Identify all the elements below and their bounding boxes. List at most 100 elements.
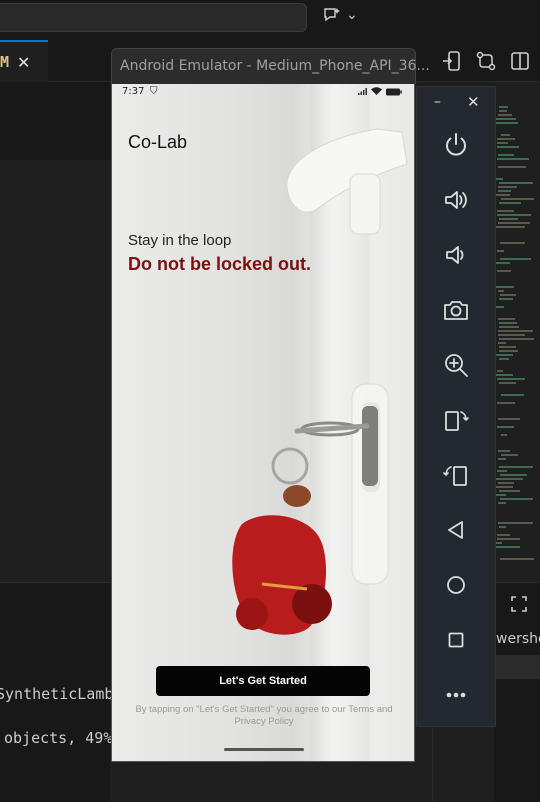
minimap-line [497,402,515,404]
minimap-line [496,226,525,228]
minimap-line [499,466,533,468]
back-icon [448,521,463,539]
terminal-line: SyntheticLamb [0,685,114,703]
editor-minimap[interactable] [494,100,540,580]
app-title: Co-Lab [128,132,188,152]
minimap-line [496,306,504,308]
minimap-line [498,330,533,332]
subtitle-text: Stay in the loop [128,232,232,249]
shield-icon: ⛉ [150,86,158,97]
rotate-left-button[interactable] [441,405,471,435]
volume-up-icon [445,191,467,209]
terminal-list-item[interactable]: wershel [496,631,540,647]
zoom-button[interactable] [441,350,471,380]
minimap-line [497,146,519,148]
get-started-button[interactable]: Let's Get Started [156,666,370,696]
minimap-line [497,378,525,380]
minimap-line [501,394,524,396]
minimap-line [496,542,502,544]
device-switch-icon[interactable] [441,50,463,72]
minimap-line [501,198,534,200]
signal-icon [358,88,367,95]
volume-down-button[interactable] [441,240,471,270]
minimize-icon[interactable]: – [434,94,441,110]
minimap-line [498,186,517,188]
minimap-line [498,290,504,292]
split-editor-icon[interactable] [509,50,531,72]
editor-area [0,160,110,582]
terminal-line: objects, 49% [4,729,113,747]
minimap-line [496,478,523,480]
minimap-line [499,110,507,112]
rotate-right-icon [443,466,467,486]
minimap-line [498,334,525,336]
home-button[interactable] [441,570,471,600]
minimap-line [499,358,509,360]
zoom-icon [445,354,468,377]
terminal-panel[interactable]: SyntheticLamb objects, 49% [0,582,114,802]
minimap-line [499,350,518,352]
minimap-line [499,526,506,528]
minimap-line [499,322,517,324]
overview-button[interactable] [441,625,471,655]
minimap-line [498,502,506,504]
minimap-line [497,214,531,216]
minimap-line [497,538,520,540]
compare-changes-icon[interactable] [475,50,497,72]
command-center-search[interactable] [0,3,307,32]
volume-down-icon [446,246,464,264]
minimap-line [498,482,514,484]
minimap-line [496,494,506,496]
back-button[interactable] [441,515,471,545]
gesture-bar[interactable] [224,748,304,751]
minimap-line [496,354,513,356]
rotate-right-button[interactable] [441,460,471,490]
close-icon[interactable]: ✕ [467,93,480,111]
tab-active-file[interactable]: M ✕ [0,40,48,82]
minimap-line [498,154,514,156]
minimap-line [499,326,519,328]
minimap-line [496,122,518,124]
wifi-icon [371,87,382,95]
minimap-line [497,158,529,160]
minimap-line [498,222,530,224]
headline-text: Do not be locked out. [128,254,311,274]
minimap-line [500,498,533,500]
minimap-line [496,546,520,548]
minimap-line [498,418,520,420]
minimap-line [496,178,503,180]
minimap-line [497,370,503,372]
battery-icon [386,88,402,95]
minimap-line [497,470,507,472]
minimap-line [498,114,512,116]
emulator-title-bar[interactable]: Android Emulator - Medium_Phone_API_36..… [111,48,430,84]
minimap-line [499,490,520,492]
minimap-line [500,558,534,560]
screenshot-button[interactable] [441,295,471,325]
minimap-line [498,190,511,192]
maximize-panel-icon[interactable] [510,595,528,613]
minimap-line [501,434,507,436]
door-handle-keychain-image [232,128,408,635]
terminal-list-item-selected[interactable] [494,655,540,679]
terms-text[interactable]: By tapping on "Let's Get Started" you ag… [132,704,396,728]
minimap-line [498,522,533,524]
minimap-line [498,450,510,452]
phone-screen[interactable]: 7:37 ⛉ Co-Lab Stay in the loop Do not be… [111,84,415,762]
minimap-line [499,182,533,184]
minimap-line [497,142,508,144]
minimap-line [499,346,516,348]
minimap-line [498,318,515,320]
volume-up-button[interactable] [441,185,471,215]
minimap-line [498,342,506,344]
status-bar: 7:37 ⛉ [112,84,414,100]
tab-close-icon[interactable]: ✕ [17,53,30,72]
copilot-icon [324,8,340,22]
more-icon [446,692,466,698]
more-button[interactable] [441,680,471,710]
minimap-line [499,202,521,204]
emulator-window-title: Android Emulator - Medium_Phone_API_36..… [120,58,430,74]
overview-icon [448,632,464,648]
copilot-button[interactable]: ⌄ [322,6,358,24]
power-button[interactable] [441,130,471,160]
